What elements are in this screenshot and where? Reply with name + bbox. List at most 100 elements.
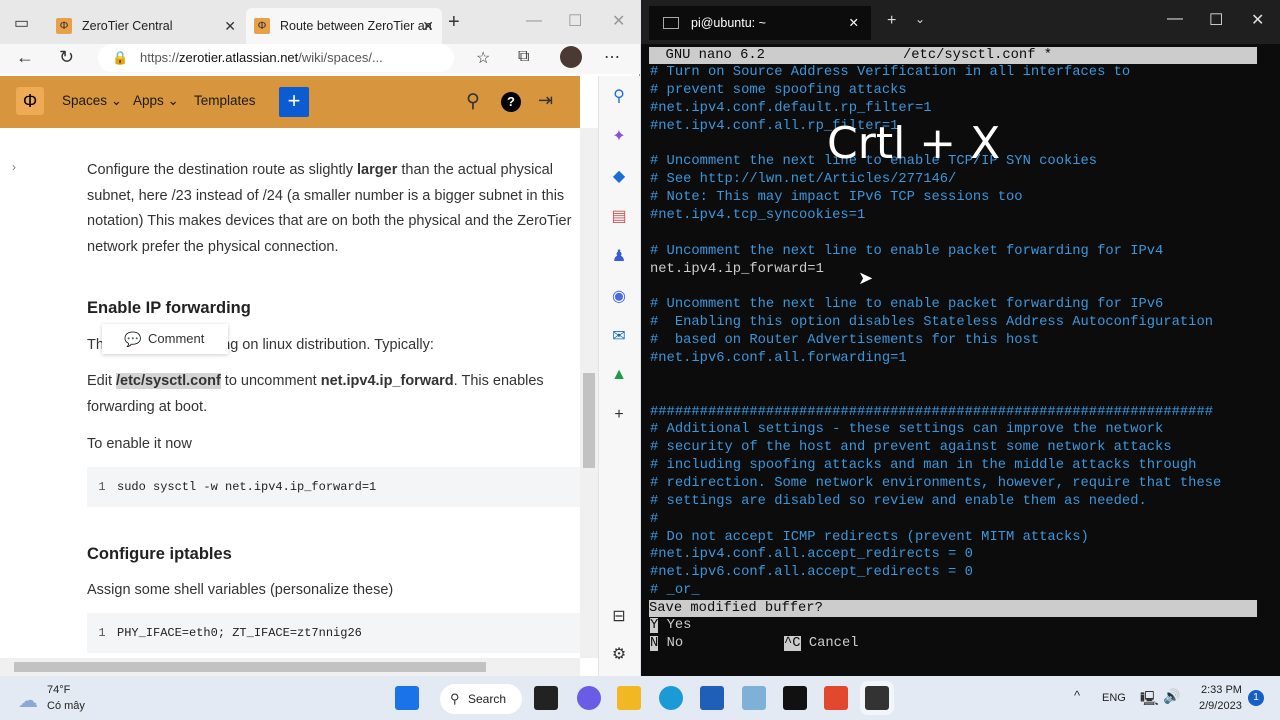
scroll-thumb[interactable] [583, 373, 595, 468]
settings-icon[interactable]: ⚙ [609, 644, 629, 664]
games-icon[interactable]: ♟ [609, 246, 629, 266]
add-icon[interactable]: + [609, 406, 629, 424]
buffer-line: # security of the host and prevent again… [650, 440, 1172, 456]
search-icon[interactable]: ⚲ [609, 86, 629, 106]
buffer-line: net.ipv4.ip_forward=1 [650, 261, 824, 277]
weather-condition[interactable]: Có mây [47, 700, 85, 712]
maximize-icon[interactable]: ☐ [1209, 10, 1223, 30]
buffer-line: # _or_ [650, 583, 700, 599]
dropdown-icon[interactable]: ⌄ [915, 12, 925, 26]
search-button[interactable]: ⚲ Search [440, 684, 522, 714]
profile-avatar[interactable] [560, 46, 582, 68]
lock-icon: 🔒 [112, 50, 129, 65]
shortcut-overlay: Crtl + X [827, 118, 1001, 169]
clock-time[interactable]: 2:33 PM [1201, 684, 1242, 696]
option-no[interactable]: N No [650, 635, 683, 653]
notification-badge[interactable]: 1 [1248, 690, 1264, 706]
minimize-icon[interactable]: — [1167, 10, 1183, 28]
buffer-line: # See http://lwn.net/Articles/277146/ [650, 172, 957, 188]
tab-actions-icon[interactable]: ▭ [14, 13, 29, 33]
snipping-tool-icon[interactable] [742, 686, 766, 710]
apps-menu[interactable]: Apps ⌄ [133, 93, 179, 109]
tab-bar: ▭ Φ ZeroTier Central ✕ Φ Route between Zero… [0, 0, 640, 44]
collections-icon[interactable]: ⧉ [518, 48, 529, 66]
scroll-thumb[interactable] [14, 662, 486, 672]
copilot-icon[interactable]: ✦ [609, 126, 629, 146]
url-input[interactable]: 🔒 https://zerotier.atlassian.net/wiki/spa… [98, 44, 454, 72]
shell-variables-paragraph: Assign some shell variables (personalize… [87, 582, 394, 598]
terminal-window: pi@ubuntu: ~ ✕ + ⌄ — ☐ ✕ GNU nano 6.2/etc… [641, 0, 1280, 676]
heading-configure-iptables: Configure iptables [87, 545, 232, 563]
create-button[interactable]: + [279, 87, 309, 117]
new-tab-icon[interactable]: + [448, 11, 460, 34]
vertical-scrollbar[interactable] [580, 128, 598, 658]
close-tab-icon[interactable]: ✕ [849, 6, 859, 40]
tab-route-between[interactable]: Φ Route between ZeroTier an ✕ [246, 8, 442, 44]
network-icon[interactable]: 🖳 [1140, 688, 1159, 712]
clock-date[interactable]: 2/9/2023 [1199, 700, 1242, 712]
templates-link[interactable]: Templates [194, 93, 256, 108]
office-icon[interactable]: ◉ [609, 286, 629, 306]
favorites-icon[interactable]: ☆ [476, 48, 490, 68]
file-explorer-icon[interactable] [617, 686, 641, 710]
task-view-icon[interactable] [534, 686, 558, 710]
article-content: › Configure the destination route as sli… [0, 128, 580, 658]
close-window-icon[interactable]: ✕ [1251, 10, 1264, 30]
buffer-line: # Do not accept ICMP redirects (prevent … [650, 529, 1089, 545]
minimize-icon[interactable]: — [526, 12, 542, 30]
maximize-icon[interactable]: ☐ [568, 11, 582, 31]
tools-icon[interactable]: ▤ [609, 206, 629, 226]
spaces-menu[interactable]: Spaces ⌄ [62, 93, 122, 109]
terminal-title: pi@ubuntu: ~ [691, 16, 766, 30]
shopping-icon[interactable]: ◆ [609, 166, 629, 186]
language-indicator[interactable]: ENG [1102, 692, 1126, 704]
close-window-icon[interactable]: ✕ [612, 11, 625, 31]
back-icon[interactable]: ← [16, 47, 34, 68]
chevron-up-icon[interactable]: ^ [1074, 688, 1080, 703]
terminal-icon[interactable] [865, 686, 889, 710]
expand-sidebar-icon[interactable]: › [12, 160, 16, 174]
drop-icon[interactable]: ▲ [609, 366, 629, 384]
option-cancel[interactable]: ^C Cancel [784, 635, 859, 653]
browser-window: ▭ Φ ZeroTier Central ✕ Φ Route between Zero… [0, 0, 640, 676]
buffer-line: # Additional settings - these settings c… [650, 422, 1164, 438]
search-icon: ⚲ [450, 691, 460, 706]
split-screen-icon[interactable]: ⊟ [609, 606, 629, 626]
search-icon[interactable]: ⚲ [466, 90, 480, 113]
url-domain: zerotier.atlassian.net [179, 50, 299, 65]
route-paragraph: Configure the destination route as sligh… [87, 162, 572, 255]
weather-temp[interactable]: 74°F [47, 684, 70, 696]
refresh-icon[interactable]: ↻ [59, 47, 74, 68]
store-icon[interactable] [700, 686, 724, 710]
zerotier-logo-icon[interactable]: Φ [16, 87, 44, 115]
teams-icon[interactable] [577, 686, 601, 710]
buffer-line: # Note: This may impact IPv6 TCP session… [650, 190, 1023, 206]
comment-button[interactable]: 💬 Comment [102, 324, 228, 354]
code-block[interactable]: 1 sudo sysctl -w net.ipv4.ip_forward=1 [87, 467, 580, 507]
more-icon[interactable]: ⋯ [604, 47, 620, 67]
apps-label: Apps [133, 93, 164, 108]
buffer-line: # Uncomment the next line to enable pack… [650, 243, 1164, 259]
taskbar: ☁ 74°F Có mây ⚲ Search ^ ENG 🖳 🔊 2:33 PM … [0, 676, 1280, 720]
edge-icon[interactable] [659, 686, 683, 710]
buffer-line: # prevent some spoofing attacks [650, 82, 907, 98]
buffer-line: # Turn on Source Address Verification in… [650, 65, 1131, 80]
option-yes[interactable]: Y Yes [650, 617, 691, 635]
close-tab-icon[interactable]: ✕ [422, 18, 434, 35]
code-block[interactable]: 1 PHY_IFACE=eth0; ZT_IFACE=zt7nnig26 [87, 613, 580, 653]
weather-cloud-icon[interactable]: ☁ [18, 688, 38, 713]
app-icon[interactable] [824, 686, 848, 710]
volume-icon[interactable]: 🔊 [1163, 688, 1180, 705]
tab-zerotier-central[interactable]: Φ ZeroTier Central ✕ [48, 8, 244, 44]
help-icon[interactable]: ? [501, 92, 521, 112]
new-tab-icon[interactable]: + [887, 12, 896, 30]
terminal-tab[interactable]: pi@ubuntu: ~ ✕ [649, 6, 871, 40]
horizontal-scrollbar[interactable] [0, 658, 580, 676]
login-icon[interactable]: ⇥ [538, 90, 553, 111]
url-path: /wiki/spaces/... [298, 50, 383, 65]
cmd-icon[interactable] [783, 686, 807, 710]
outlook-icon[interactable]: ✉ [609, 326, 629, 346]
close-tab-icon[interactable]: ✕ [224, 18, 236, 35]
nano-header: GNU nano 6.2/etc/sysctl.conf * [649, 47, 1257, 64]
start-icon[interactable] [395, 686, 419, 710]
